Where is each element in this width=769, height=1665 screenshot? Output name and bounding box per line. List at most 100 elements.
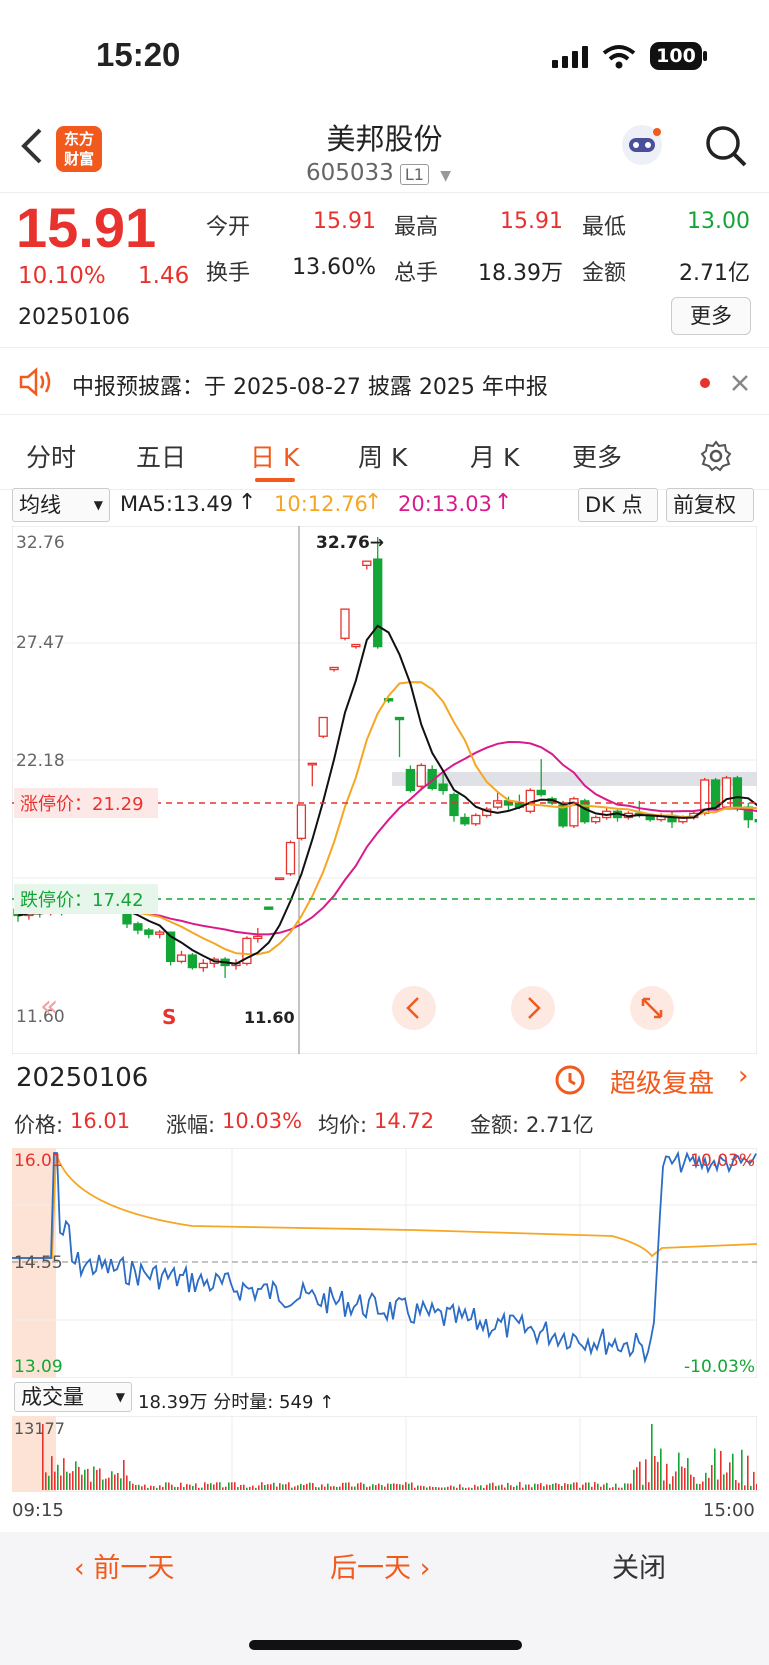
volume-bar [405,1482,407,1490]
volume-bar [732,1453,734,1490]
avg-label: 均价: [318,1113,368,1137]
volume-bar [45,1472,47,1490]
volume-bar [711,1465,713,1490]
scroll-left-button[interactable] [392,986,436,1030]
volume-bar [717,1479,719,1490]
candle-body [416,764,426,787]
volume-bar [507,1482,509,1490]
volume-bar [432,1486,434,1490]
stock-code[interactable]: 605033 L1 ▼ [306,160,451,186]
volume-bar [102,1479,104,1490]
volume-bar [441,1487,443,1490]
volume-bar [708,1477,710,1490]
stock-code-text: 605033 [306,160,394,186]
volume-bar [192,1486,194,1490]
gear-icon[interactable] [700,440,732,472]
volume-bar [117,1472,119,1490]
kline-chart[interactable]: 涨停价：21.29 跌停价：17.42 32.76 27.47 22.18 11… [12,526,757,1054]
volume-bar [258,1485,260,1490]
candle-body [536,789,546,796]
volume-bar [141,1486,143,1490]
volume-bar [384,1486,386,1490]
volume-bar [267,1484,269,1490]
volume-label: 总手 [394,261,439,286]
volume-bar [321,1484,323,1490]
candle-body [274,877,285,881]
indicator-select[interactable]: 均线 ▼ [12,488,110,522]
y-label-bottom: 13.09 [14,1357,63,1377]
dk-point-button[interactable]: DK 点 [578,488,658,522]
fullscreen-button[interactable] [630,986,674,1030]
volume-bar [345,1482,347,1490]
notice-bar[interactable]: 中报预披露：于 2025-08-27 披露 2025 年中报 [0,349,769,415]
scroll-right-button[interactable] [511,986,555,1030]
volume-bar [327,1483,329,1490]
volume-bar [573,1482,575,1490]
ma10-arrow-icon: ↑ [364,490,383,515]
volume-bar [531,1487,533,1490]
close-button[interactable]: 关闭 [612,1546,666,1585]
volume-bar [579,1487,581,1490]
chevron-right-icon: › [738,1061,749,1091]
prev-day-button[interactable]: ‹ 前一天 [74,1546,174,1585]
volume-bar [108,1477,110,1490]
signal-marker: S [162,1005,176,1029]
volume-bar [123,1460,125,1490]
volume-bar [498,1485,500,1490]
robot-icon[interactable] [617,120,667,170]
volume-bar [288,1482,290,1490]
current-price: 15.91 [16,196,157,259]
candle-body [580,800,590,823]
volume-summary: 18.39万 分时量: 549 ↑ [138,1392,335,1413]
candle-body [285,841,296,875]
tab-more[interactable]: 更多 [572,438,622,474]
volume-bar [285,1484,287,1490]
super-replay-link[interactable]: 超级复盘 [610,1063,714,1100]
change-pct: 10.10% [18,263,106,289]
change-label: 涨幅: [166,1113,216,1137]
volume-bar [87,1468,89,1490]
candle-body [362,560,372,566]
volume-bar [201,1487,203,1490]
tab-monthly-k[interactable]: 月 K [470,438,519,474]
volume-bar [210,1483,212,1490]
volume-bar [672,1476,674,1490]
volume-bar [630,1483,632,1490]
volume-bar [291,1487,293,1490]
candle-body [405,768,416,792]
next-day-button[interactable]: 后一天 › [330,1546,430,1585]
volume-bar [435,1486,437,1490]
adjust-button[interactable]: 前复权 [666,488,754,522]
volume-bar [348,1482,350,1490]
volume-bar [138,1484,140,1490]
tab-intraday[interactable]: 分时 [26,438,76,474]
volume-bar [591,1486,593,1490]
prev-arrow-button[interactable]: « [40,989,58,1024]
candle-body [307,762,317,766]
volume-bar [105,1478,107,1490]
volume-bar [657,1461,659,1490]
volume-bar [390,1483,392,1490]
volume-bar [375,1485,377,1490]
tab-daily-k[interactable]: 日 K [250,438,299,474]
volume-bar [93,1466,95,1490]
volume-bar [84,1469,86,1490]
intraday-chart[interactable]: 16.01 14.55 13.09 10.03% -10.03% [12,1148,757,1378]
volume-bar [351,1486,353,1490]
volume-bar [354,1486,356,1490]
search-icon[interactable] [704,124,748,168]
more-button[interactable]: 更多 [671,297,751,335]
amount-value: 2.71亿 [526,1113,594,1137]
volume-bar [747,1455,749,1490]
volume-bar [228,1482,230,1490]
volume-bar [342,1482,344,1490]
volume-bar [660,1448,662,1490]
volume-select[interactable]: 成交量 ▼ [14,1382,132,1412]
change-value: 10.03% [222,1109,303,1133]
volume-bar [702,1481,704,1490]
amount-value: 2.71亿 [679,261,750,286]
tab-weekly-k[interactable]: 周 K [358,438,407,474]
volume-bar [387,1483,389,1490]
close-icon[interactable] [730,373,750,393]
tab-five-day[interactable]: 五日 [136,438,186,474]
